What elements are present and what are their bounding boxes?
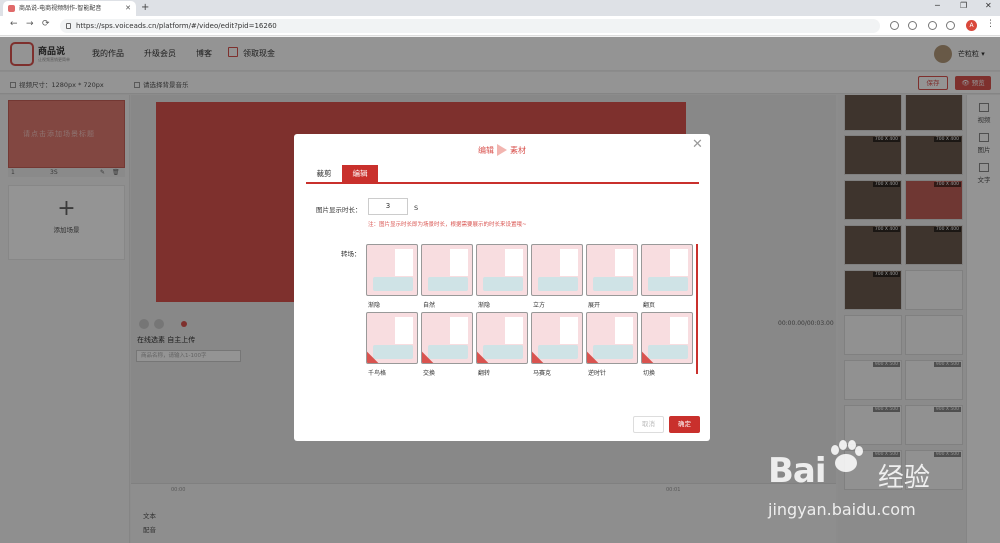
- transition-option[interactable]: [531, 312, 583, 364]
- transition-option[interactable]: [641, 244, 693, 296]
- cancel-button[interactable]: 取消: [633, 416, 664, 433]
- menu-icon[interactable]: ⋮: [986, 19, 995, 29]
- browser-tab[interactable]: 商品说-电商视频制作-智能配音 ✕: [3, 1, 136, 16]
- url-text: https://sps.voiceads.cn/platform/#/video…: [76, 22, 277, 30]
- transition-grid: 渐隐 自然 渐隐 立方 展开 翻页 千鸟格 交换 翻转 马赛克 逆时针 切换: [366, 244, 696, 379]
- transition-option[interactable]: [531, 244, 583, 296]
- close-icon[interactable]: ✕: [692, 137, 703, 152]
- extension-v-icon[interactable]: [946, 21, 955, 30]
- arrow-icon: [497, 144, 507, 156]
- browser-tabbar: 商品说-电商视频制作-智能配音 ✕ + ─ ❐ ✕: [0, 0, 1000, 16]
- tab-edit[interactable]: 编辑: [342, 165, 378, 182]
- confirm-button[interactable]: 确定: [669, 416, 700, 433]
- profile-avatar[interactable]: A: [966, 20, 977, 31]
- transition-option[interactable]: [476, 312, 528, 364]
- duration-label: 图片显示时长：: [316, 206, 362, 214]
- close-tab-icon[interactable]: ✕: [125, 1, 131, 16]
- modal-tabs: 裁剪 编辑: [306, 165, 699, 184]
- baidu-paw-icon: [831, 440, 863, 472]
- tab-crop[interactable]: 裁剪: [306, 165, 342, 182]
- transition-name: 立方: [533, 302, 546, 309]
- transition-option[interactable]: [366, 244, 418, 296]
- site-favicon-icon: [8, 5, 15, 12]
- transition-name: 翻页: [643, 302, 656, 309]
- transition-option[interactable]: [586, 244, 638, 296]
- back-icon[interactable]: ←: [10, 19, 18, 29]
- edit-modal: 编辑 素材 ✕ 裁剪 编辑 图片显示时长： 3 S 注：图片显示时长即为场景时长，…: [294, 134, 710, 441]
- transition-option[interactable]: [476, 244, 528, 296]
- transition-name: 翻转: [478, 370, 491, 377]
- extension-icon[interactable]: [928, 21, 937, 30]
- tab-title: 商品说-电商视频制作-智能配音: [19, 5, 102, 12]
- transition-option[interactable]: [366, 312, 418, 364]
- transition-scrollbar[interactable]: [696, 244, 698, 374]
- transition-option[interactable]: [586, 312, 638, 364]
- transition-name: 展开: [588, 302, 601, 309]
- transition-name: 千鸟格: [368, 370, 387, 377]
- watermark-brand-tail: 经验: [878, 463, 931, 493]
- modal-title-material: 素材: [510, 146, 526, 155]
- duration-input[interactable]: 3: [368, 198, 408, 215]
- transition-name: 渐隐: [478, 302, 491, 309]
- star-icon[interactable]: [908, 21, 917, 30]
- minimize-icon[interactable]: ─: [935, 1, 940, 10]
- transition-name: 马赛克: [533, 370, 552, 377]
- transition-option[interactable]: [421, 244, 473, 296]
- transition-name: 渐隐: [368, 302, 381, 309]
- transition-name: 逆时针: [588, 370, 607, 377]
- watermark-brand: Bai: [768, 451, 827, 491]
- transition-name: 交换: [423, 370, 436, 377]
- new-tab-icon[interactable]: +: [141, 1, 149, 15]
- forward-icon[interactable]: →: [26, 19, 34, 29]
- transition-label: 转场：: [341, 250, 361, 258]
- watermark-url: jingyan.baidu.com: [768, 500, 916, 519]
- modal-title-edit: 编辑: [478, 146, 494, 155]
- lock-icon: [66, 23, 71, 29]
- translate-icon[interactable]: [890, 21, 899, 30]
- transition-name: 切换: [643, 370, 656, 377]
- browser-toolbar: ← → ⟳ https://sps.voiceads.cn/platform/#…: [0, 16, 1000, 36]
- address-input[interactable]: https://sps.voiceads.cn/platform/#/video…: [60, 19, 880, 33]
- close-window-icon[interactable]: ✕: [985, 1, 992, 10]
- duration-unit: S: [414, 204, 419, 212]
- reload-icon[interactable]: ⟳: [42, 19, 50, 29]
- transition-name: 自然: [423, 302, 436, 309]
- transition-option[interactable]: [641, 312, 693, 364]
- modal-title: 编辑 素材: [294, 144, 710, 156]
- duration-note: 注：图片显示时长即为场景时长，根据需要展示的时长来设置哦~: [368, 222, 527, 228]
- maximize-icon[interactable]: ❐: [960, 1, 967, 10]
- transition-option[interactable]: [421, 312, 473, 364]
